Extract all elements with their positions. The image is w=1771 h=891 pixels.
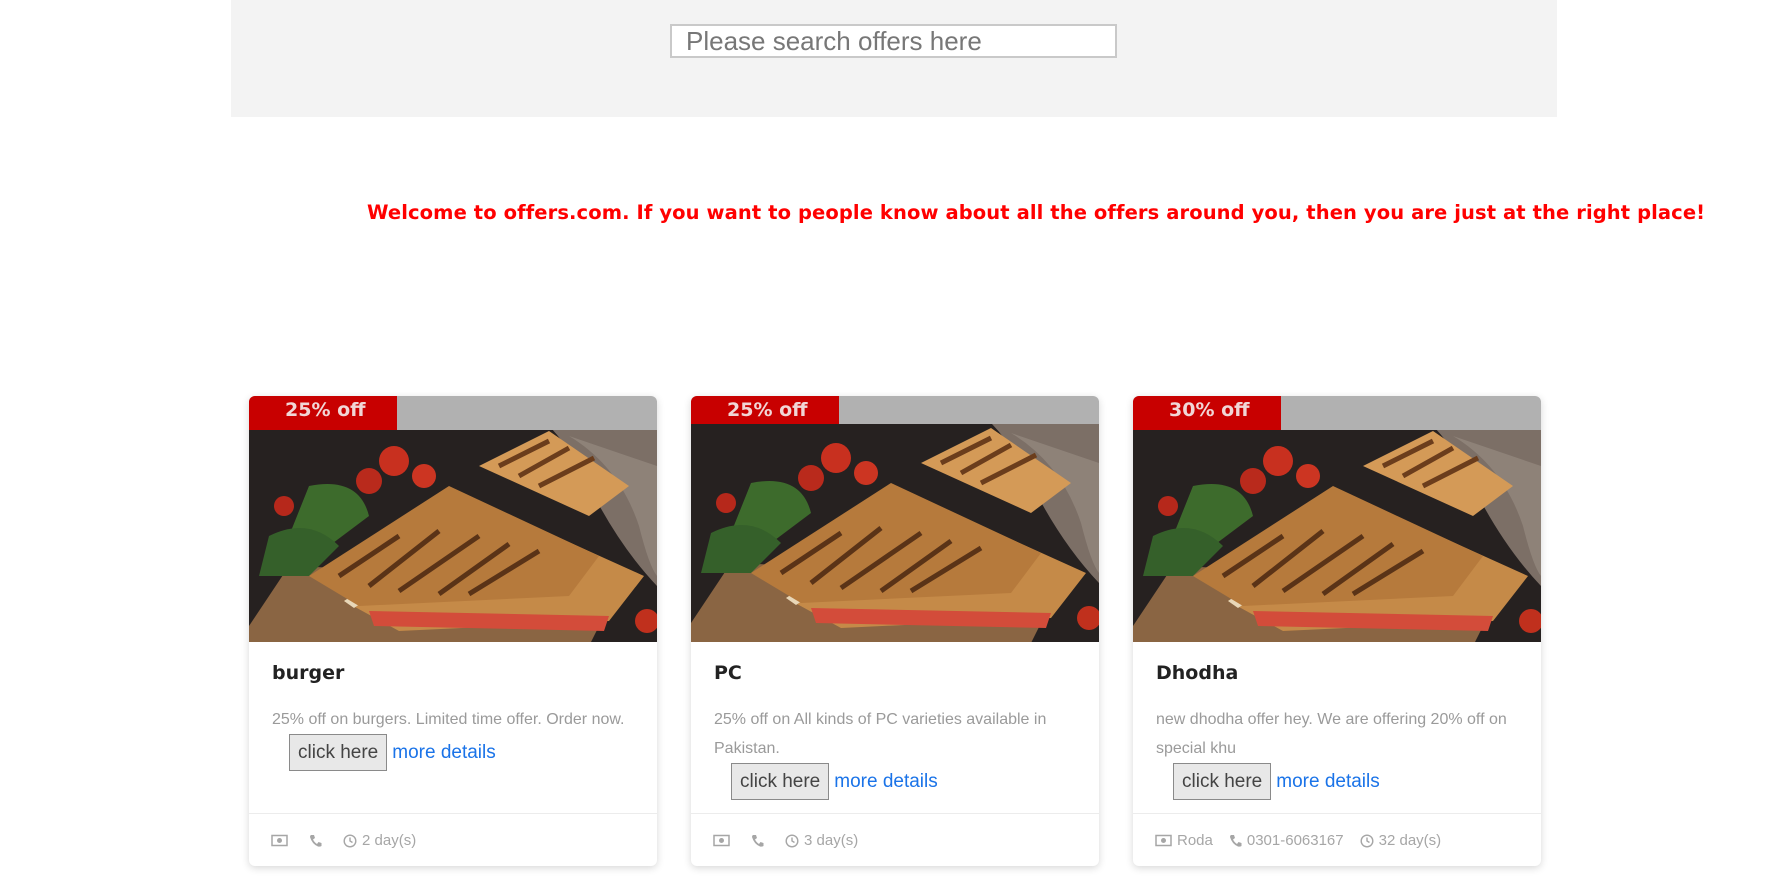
money-icon: [713, 834, 730, 847]
click-here-button[interactable]: click here: [289, 734, 388, 771]
offer-image: [1133, 430, 1541, 642]
duration-info: 32 day(s): [1360, 832, 1442, 849]
discount-badge: 30% off: [1133, 396, 1281, 430]
more-details-link[interactable]: more details: [392, 742, 496, 764]
phone-info: 0301-6063167: [1229, 832, 1344, 849]
offer-title: burger: [272, 662, 345, 684]
offer-actions: click here more details: [289, 734, 496, 771]
more-details-link[interactable]: more details: [834, 771, 938, 793]
location-info: [271, 834, 293, 847]
phone-info: [751, 834, 769, 848]
search-input[interactable]: [670, 24, 1117, 58]
offer-actions: click here more details: [731, 763, 938, 800]
location-text: Roda: [1177, 832, 1213, 849]
offer-description: 25% off on burgers. Limited time offer. …: [272, 711, 625, 728]
clock-icon: [343, 833, 357, 848]
offer-actions: click here more details: [1173, 763, 1380, 800]
phone-info: [309, 834, 327, 848]
offer-description: 25% off on All kinds of PC varieties ava…: [714, 711, 1047, 757]
card-divider: [691, 813, 1099, 814]
card-divider: [249, 813, 657, 814]
phone-text: 0301-6063167: [1246, 832, 1344, 849]
offer-card: 25% off burger 25% off on burgers. Limit…: [249, 396, 657, 866]
offer-description: new dhodha offer hey. We are offering 20…: [1156, 711, 1507, 757]
offer-title: Dhodha: [1156, 662, 1239, 684]
duration-info: 2 day(s): [343, 832, 416, 849]
phone-icon: [310, 834, 322, 847]
phone-icon: [1229, 834, 1242, 847]
discount-badge: 25% off: [691, 396, 839, 424]
card-footer: 3 day(s): [713, 832, 858, 849]
clock-icon: [1360, 833, 1374, 848]
offer-image: [691, 424, 1099, 642]
duration-info: 3 day(s): [785, 832, 858, 849]
offer-title: PC: [714, 662, 742, 684]
money-icon: [271, 834, 288, 847]
offer-card: 25% off PC 25% off on All kinds of PC va…: [691, 396, 1099, 866]
click-here-button[interactable]: click here: [731, 763, 830, 800]
phone-icon: [752, 834, 764, 847]
duration-text: 32 day(s): [1378, 832, 1442, 849]
money-icon: [1155, 834, 1172, 847]
location-info: Roda: [1155, 832, 1213, 849]
duration-text: 2 day(s): [362, 832, 417, 849]
offer-card: 30% off Dhodha new dhodha offer hey. We …: [1133, 396, 1541, 866]
duration-text: 3 day(s): [804, 832, 859, 849]
location-info: [713, 834, 735, 847]
click-here-button[interactable]: click here: [1173, 763, 1272, 800]
offer-image: [249, 430, 657, 642]
welcome-message: Welcome to offers.com. If you want to pe…: [367, 201, 1706, 224]
card-footer: 2 day(s): [271, 832, 416, 849]
more-details-link[interactable]: more details: [1276, 771, 1380, 793]
discount-badge: 25% off: [249, 396, 397, 430]
search-section: [231, 0, 1557, 117]
card-footer: Roda 0301-6063167 32 day(s): [1155, 832, 1441, 849]
clock-icon: [785, 833, 799, 848]
card-divider: [1133, 813, 1541, 814]
